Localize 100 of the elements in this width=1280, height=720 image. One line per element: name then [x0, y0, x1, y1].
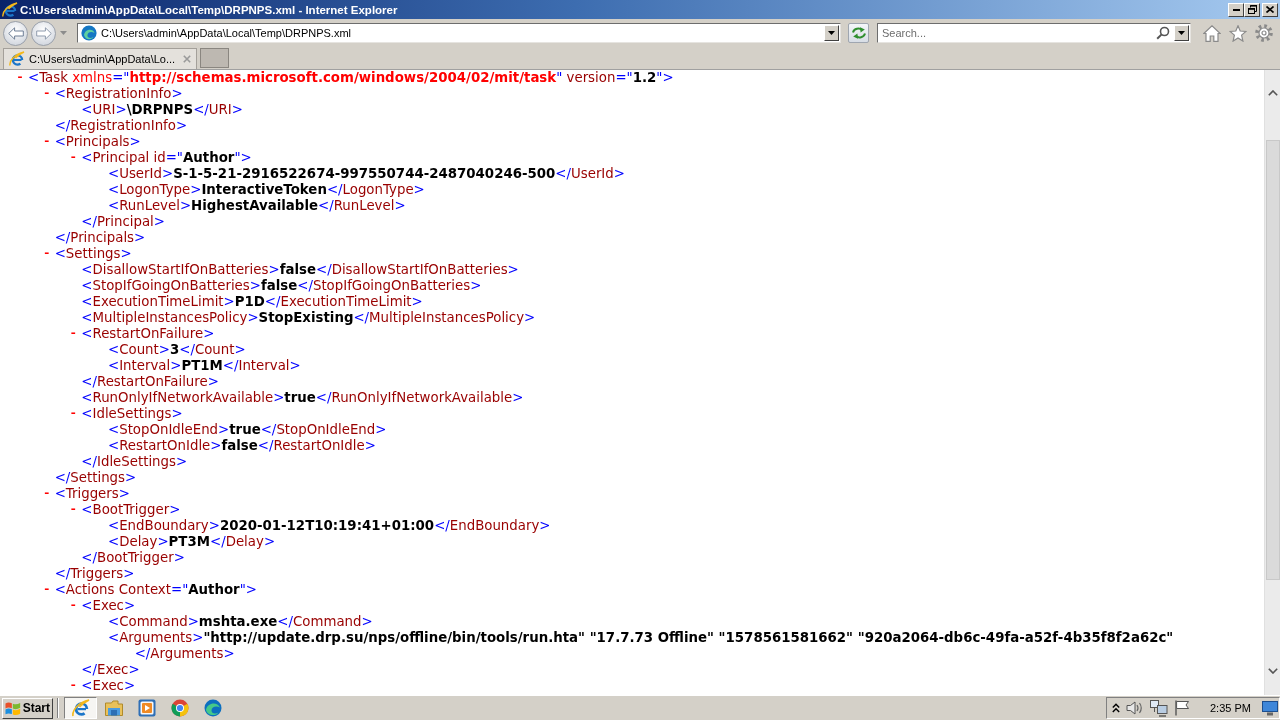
search-icon[interactable]: [1156, 26, 1170, 40]
flag-icon[interactable]: [1174, 700, 1190, 716]
collapse-toggle[interactable]: -: [69, 598, 78, 614]
xml-line: <LogonType>InteractiveToken</LogonType>: [108, 182, 425, 198]
restore-icon: [1247, 5, 1257, 14]
browser-tab[interactable]: C:\Users\admin\AppData\Lo...: [3, 48, 197, 69]
play-icon: [137, 699, 156, 717]
xml-line: <Actions Context="Author">: [54, 582, 257, 598]
xml-line: <Count>3</Count>: [108, 342, 246, 358]
scrollbar-thumb[interactable]: [1265, 140, 1280, 580]
xml-line: <Interval>PT1M</Interval>: [108, 358, 301, 374]
xml-line: </Triggers>: [54, 566, 135, 582]
collapse-toggle[interactable]: -: [69, 150, 78, 166]
vertical-scrollbar[interactable]: [1264, 70, 1280, 695]
xml-line: </Settings>: [54, 470, 137, 486]
collapse-toggle[interactable]: -: [69, 678, 78, 694]
gear-icon: [1255, 24, 1273, 42]
minimize-icon: [1232, 8, 1240, 11]
e-logo-icon: [9, 51, 25, 67]
settings-button[interactable]: [1254, 23, 1274, 43]
xml-line: <RunLevel>HighestAvailable</RunLevel>: [108, 198, 406, 214]
collapse-toggle[interactable]: -: [16, 70, 24, 86]
left-arrow-icon: [7, 26, 24, 40]
xml-line: <BootTrigger>: [81, 502, 181, 518]
chevron-up-icon[interactable]: [1112, 703, 1120, 713]
xml-line: <StopOnIdleEnd>true</StopOnIdleEnd>: [108, 422, 387, 438]
start-button[interactable]: Start: [2, 697, 53, 719]
xml-line: </BootTrigger>: [81, 550, 185, 566]
refresh-button[interactable]: [848, 23, 869, 43]
search-input[interactable]: Search...: [882, 25, 1156, 41]
network-icon[interactable]: [1150, 699, 1168, 717]
chevron-up-icon[interactable]: [1267, 90, 1278, 96]
xml-line: <Principals>: [54, 134, 141, 150]
minimize-button[interactable]: [1228, 2, 1244, 17]
xml-line: <Command>mshta.exe</Command>: [108, 614, 373, 630]
xml-line: <Settings>: [54, 246, 132, 262]
xml-line: <RestartOnFailure>: [81, 326, 215, 342]
xml-line: <Delay>PT3M</Delay>: [108, 534, 276, 550]
xml-line: <Triggers>: [54, 486, 130, 502]
chevron-down-icon[interactable]: [1267, 668, 1278, 674]
collapse-toggle[interactable]: -: [42, 246, 51, 262]
restore-button[interactable]: [1244, 2, 1260, 17]
favorites-button[interactable]: [1228, 23, 1248, 43]
caret-icon: [1178, 31, 1185, 35]
xml-line: </RestartOnFailure>: [81, 374, 219, 390]
star-icon: [1229, 24, 1247, 42]
back-button[interactable]: [3, 20, 28, 46]
xml-line: </RegistrationInfo>: [54, 118, 188, 134]
caret-icon: [60, 31, 67, 35]
swirl-logo-icon: [81, 25, 97, 41]
collapse-toggle[interactable]: -: [42, 86, 51, 102]
collapse-toggle[interactable]: -: [69, 326, 78, 342]
xml-line: <ExecutionTimeLimit>P1D</ExecutionTimeLimit>: [81, 294, 423, 310]
xml-line: <Exec>: [81, 678, 136, 694]
xml-line: </Principals>: [54, 230, 146, 246]
address-bar[interactable]: C:\Users\admin\AppData\Local\Temp\DRPNPS.xml: [77, 23, 841, 43]
caret-icon: [828, 31, 835, 35]
collapse-toggle[interactable]: -: [69, 406, 78, 422]
xml-line: <RunOnlyIfNetworkAvailable>true</RunOnlyIfNetworkAvailable>: [81, 390, 524, 406]
address-input[interactable]: C:\Users\admin\AppData\Local\Temp\DRPNPS.xml: [101, 25, 824, 41]
collapse-toggle[interactable]: -: [42, 134, 51, 150]
house-icon: [1203, 24, 1221, 42]
close-icon: [1266, 6, 1274, 13]
search-dropdown-button[interactable]: [1174, 25, 1189, 41]
search-box[interactable]: Search...: [877, 23, 1191, 43]
collapse-toggle[interactable]: -: [69, 502, 78, 518]
wave-logo-icon: [203, 699, 222, 717]
xml-line: <UserId>S-1-5-21-2916522674-997550744-2487040246-500</UserId>: [108, 166, 625, 182]
xml-line: </Principal>: [81, 214, 165, 230]
xml-line: <MultipleInstancesPolicy>StopExisting</MultipleInstancesPolicy>: [81, 310, 536, 326]
xml-line: <Task xmlns="http://schemas.microsoft.com/windows/2004/02/mit/task" version="1.2">: [28, 70, 674, 86]
home-button[interactable]: [1202, 23, 1222, 43]
xml-line: <DisallowStartIfOnBatteries>false</DisallowStartIfOnBatteries>: [81, 262, 519, 278]
xml-line: <StopIfGoingOnBatteries>false</StopIfGoingOnBatteries>: [81, 278, 482, 294]
e-logo-icon: [71, 699, 90, 717]
close-button[interactable]: [1262, 2, 1278, 17]
xml-line: <IdleSettings>: [81, 406, 183, 422]
xml-line: </IdleSettings>: [81, 454, 188, 470]
xml-line: <Exec>: [81, 598, 136, 614]
refresh-icon: [850, 26, 867, 40]
ring-logo-icon: [170, 699, 189, 717]
xml-line: <Arguments>"http://update.drp.su/nps/offline/bin/tools/run.hta" "17.7.73 Offline" "1578561581662" "920a2064-db6c-49fa-a52f-4b35f8f2a62c" </Arguments>: [108, 630, 1175, 662]
address-dropdown-button[interactable]: [824, 25, 839, 41]
folder-icon: [104, 700, 123, 716]
show-desktop-icon[interactable]: [1262, 700, 1278, 716]
xml-line: <URI>\DRPNPS</URI>: [81, 102, 243, 118]
collapse-toggle[interactable]: -: [42, 582, 51, 598]
clock[interactable]: 2:35 PM: [1210, 702, 1251, 714]
collapse-toggle[interactable]: -: [42, 486, 51, 502]
xml-line: <RegistrationInfo>: [54, 86, 183, 102]
xml-line: <RestartOnIdle>false</RestartOnIdle>: [108, 438, 376, 454]
speaker-icon[interactable]: [1126, 700, 1144, 716]
xml-line: </Exec>: [81, 662, 140, 678]
window-title: C:\Users\admin\AppData\Local\Temp\DRPNPS.xml - Internet Explorer: [20, 3, 399, 16]
taskbar-app-button[interactable]: [64, 697, 97, 719]
xml-line: <Principal id="Author">: [81, 150, 252, 166]
wavy-flag-logo-icon: [5, 700, 21, 716]
right-arrow-icon: [35, 26, 52, 40]
xml-line: <EndBoundary>2020-01-12T10:19:41+01:00</EndBoundary>: [108, 518, 551, 534]
e-logo-icon: [2, 1, 18, 18]
